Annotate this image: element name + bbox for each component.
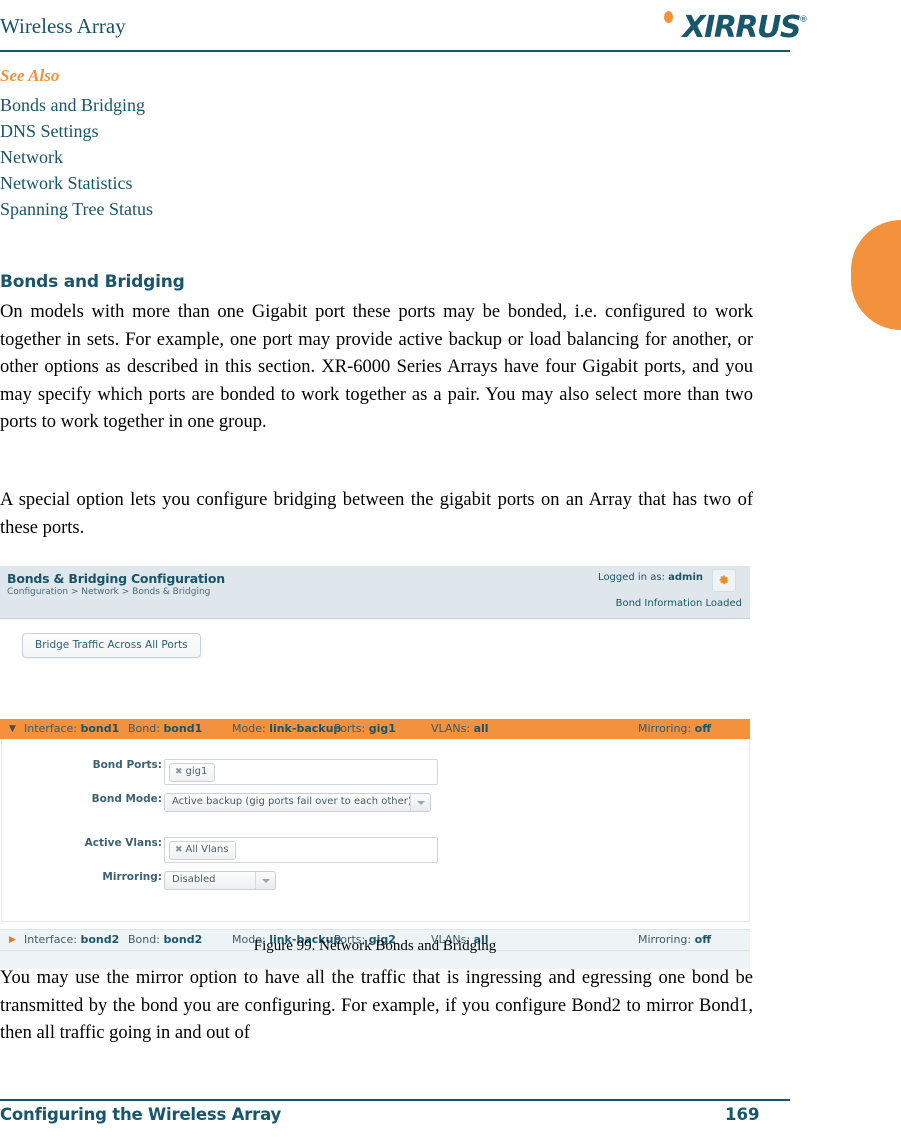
see-also-link-network-statistics[interactable]: Network Statistics: [0, 170, 500, 196]
bond-ports-input[interactable]: ✖ gig1: [164, 759, 438, 785]
bond1-bond-label: Bond:: [128, 722, 160, 735]
bond1-detail-panel: Bond Ports: ✖ gig1 Bond Mode: Active back…: [1, 739, 750, 922]
bond1-mode-cell: Mode: link-backup: [232, 719, 341, 739]
xirrus-logo: XIRRUS ®: [608, 6, 808, 46]
active-vlans-label: Active Vlans:: [84, 837, 162, 849]
see-also-heading: See Also: [0, 66, 60, 85]
bond1-bond-value: bond1: [163, 722, 203, 735]
web-ui-screenshot: Bonds & Bridging Configuration Configura…: [0, 566, 750, 969]
bond1-mode-label: Mode:: [232, 722, 266, 735]
mirroring-select[interactable]: Disabled: [164, 871, 276, 890]
settings-button[interactable]: [712, 569, 736, 592]
see-also-link-spanning-tree-status[interactable]: Spanning Tree Status: [0, 196, 500, 222]
logged-in-status: Logged in as: admin: [598, 572, 703, 583]
bond1-mirroring-label: Mirroring:: [638, 722, 692, 735]
logo-wordmark: XIRRUS: [682, 10, 802, 45]
chevron-down-icon[interactable]: [255, 872, 275, 889]
body-paragraph-3: You may use the mirror option to have al…: [0, 968, 753, 1043]
token-all-vlans[interactable]: ✖ All Vlans: [169, 841, 237, 860]
footer-title: Configuring the Wireless Array: [0, 1105, 282, 1124]
expand-collapse-triangle-icon[interactable]: ▼: [9, 719, 16, 739]
remove-token-icon[interactable]: ✖: [175, 845, 183, 855]
breadcrumb: Configuration > Network > Bonds & Bridgi…: [7, 587, 211, 597]
ui-content-area: Bridge Traffic Across All Ports ▼ Interf…: [0, 619, 750, 969]
logged-in-username: admin: [668, 572, 703, 583]
section-heading: Bonds and Bridging: [0, 272, 185, 292]
chevron-down-icon[interactable]: [410, 794, 430, 811]
active-vlans-input[interactable]: ✖ All Vlans: [164, 837, 438, 863]
bond1-mode-value: link-backup: [269, 722, 342, 735]
bond-mode-select[interactable]: Active backup (gig ports fail over to ea…: [164, 793, 431, 812]
bond1-mirroring-cell: Mirroring: off: [638, 719, 711, 739]
logged-in-label: Logged in as:: [598, 572, 665, 583]
bond-mode-label: Bond Mode:: [91, 793, 162, 805]
page-title: Wireless Array: [0, 14, 126, 38]
bond1-vlans-cell: VLANs: all: [431, 719, 489, 739]
ui-topbar: Bonds & Bridging Configuration Configura…: [0, 566, 750, 619]
remove-token-icon[interactable]: ✖: [175, 767, 183, 777]
footer-page-number: 169: [725, 1105, 760, 1124]
bond1-interface-label: Interface:: [24, 722, 77, 735]
bond1-mirroring-value: off: [694, 722, 712, 735]
bond1-ports-value: gig1: [368, 722, 396, 735]
header-divider: [0, 50, 790, 52]
bond1-vlans-label: VLANs:: [431, 722, 471, 735]
see-also-link-bonds-and-bridging[interactable]: Bonds and Bridging: [0, 92, 500, 118]
footer-divider: [0, 1099, 790, 1101]
bond1-ports-label: Ports:: [334, 722, 366, 735]
bond1-interface-cell: Interface: bond1: [24, 719, 119, 739]
page-header: Wireless Array XIRRUS ®: [0, 0, 901, 52]
bond-row-header-bond1[interactable]: ▼ Interface: bond1 Bond: bond1 Mode: lin…: [0, 719, 750, 739]
see-also-section: See Also Bonds and Bridging DNS Settings…: [0, 66, 500, 222]
bridge-traffic-across-all-ports-button[interactable]: Bridge Traffic Across All Ports: [22, 633, 201, 658]
token-gig1[interactable]: ✖ gig1: [169, 763, 216, 782]
bond1-bond-cell: Bond: bond1: [128, 719, 202, 739]
bond-mode-selected-value: Active backup (gig ports fail over to ea…: [172, 796, 412, 807]
logo-dot-icon: [664, 11, 673, 23]
bond1-interface-value: bond1: [80, 722, 120, 735]
ui-status-message: Bond Information Loaded: [615, 598, 742, 609]
mirroring-selected-value: Disabled: [172, 874, 216, 885]
body-paragraph-2: A special option lets you configure brid…: [0, 490, 753, 538]
see-also-link-dns-settings[interactable]: DNS Settings: [0, 118, 500, 144]
bond1-vlans-value: all: [473, 722, 489, 735]
figure-caption: Figure 99. Network Bonds and Bridging: [253, 938, 497, 954]
body-paragraph-1: On models with more than one Gigabit por…: [0, 302, 753, 432]
gear-icon: [719, 575, 729, 585]
page-edge-tab: [851, 220, 901, 330]
see-also-link-network[interactable]: Network: [0, 144, 500, 170]
ui-page-title: Bonds & Bridging Configuration: [7, 571, 225, 586]
logo-registered-mark: ®: [799, 15, 808, 25]
token-gig1-label: gig1: [185, 766, 208, 777]
mirroring-label: Mirroring:: [102, 871, 162, 883]
token-all-vlans-label: All Vlans: [185, 844, 229, 855]
bond-ports-label: Bond Ports:: [92, 759, 162, 771]
bond1-ports-cell: Ports: gig1: [334, 719, 396, 739]
